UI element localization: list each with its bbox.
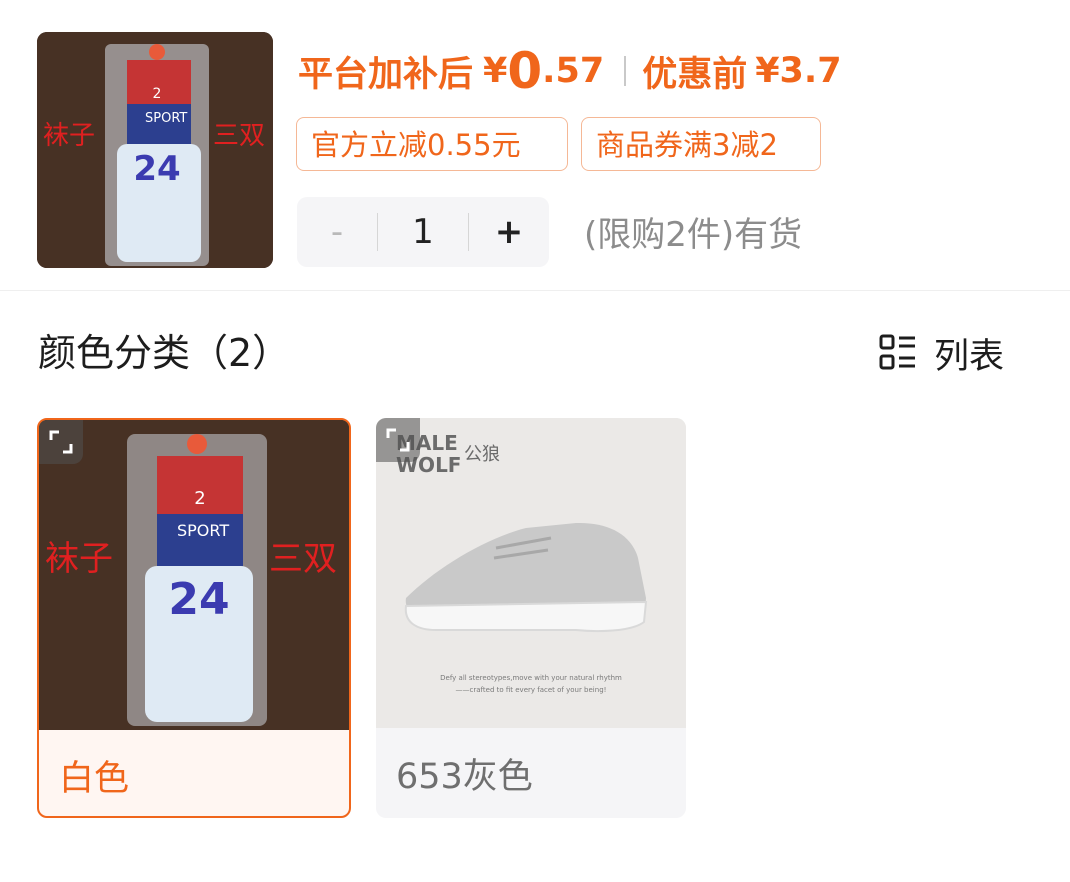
shoe-tagline-1: Defy all stereotypes,move with your natu…	[440, 674, 622, 682]
option-label: 653灰色	[396, 757, 533, 797]
thumb-text-left: 袜子	[43, 121, 95, 151]
option-number: 24	[168, 574, 229, 625]
price-line: 平台加补后 ¥ 0 .57 优惠前 ¥3.7	[298, 44, 842, 98]
thumb-text-right: 三双	[213, 121, 265, 151]
original-price-value: ¥3.7	[755, 51, 842, 91]
discount-tag-official: 官方立减0.55元	[296, 117, 568, 171]
section-divider	[0, 290, 1070, 291]
option-text-right: 三双	[269, 539, 337, 579]
expand-icon[interactable]	[376, 418, 420, 462]
discount-tag-coupon: 商品券满3减2	[581, 117, 821, 171]
expand-icon[interactable]	[39, 420, 83, 464]
increase-button[interactable]: +	[469, 197, 549, 267]
shoe-option-image: MALE WOLF 公狼 Defy all stereotypes,move w…	[376, 418, 686, 728]
stock-status: (限购2件)有货	[584, 215, 803, 255]
list-icon	[878, 332, 918, 376]
option-text-left: 袜子	[45, 539, 113, 579]
thumb-package-text: SPORT	[145, 111, 187, 126]
socks-option-image: 2 SPORT 24 袜子 三双	[39, 420, 349, 730]
option-tag-number: 2	[194, 488, 205, 509]
price-decimal: .57	[542, 51, 605, 91]
section-title: 颜色分类（2）	[38, 331, 291, 375]
list-view-label: 列表	[934, 337, 1005, 377]
quantity-value[interactable]: 1	[378, 212, 468, 252]
option-label: 白色	[59, 759, 130, 799]
price-currency: ¥	[483, 51, 508, 91]
brand-text-cn: 公狼	[464, 444, 500, 465]
thumb-tag-number: 2	[153, 86, 162, 102]
option-card-white[interactable]: 2 SPORT 24 袜子 三双 白色	[37, 418, 351, 818]
list-view-toggle[interactable]: 列表	[878, 328, 1004, 379]
socks-package-image: 2 SPORT 24 袜子 三双	[37, 32, 273, 268]
quantity-stepper: - 1 +	[297, 197, 549, 267]
decrease-button[interactable]: -	[297, 197, 377, 267]
platform-price-label: 平台加补后	[298, 54, 474, 95]
price-divider	[624, 56, 627, 86]
original-price-label: 优惠前	[642, 54, 748, 95]
product-thumbnail[interactable]: 2 SPORT 24 袜子 三双	[37, 32, 273, 268]
option-package-text: SPORT	[177, 521, 229, 540]
option-card-gray[interactable]: MALE WOLF 公狼 Defy all stereotypes,move w…	[376, 418, 686, 818]
price-integer: 0	[507, 42, 543, 100]
thumb-number: 24	[133, 149, 180, 189]
shoe-tagline-2: ——crafted to fit every facet of your bei…	[456, 686, 607, 694]
